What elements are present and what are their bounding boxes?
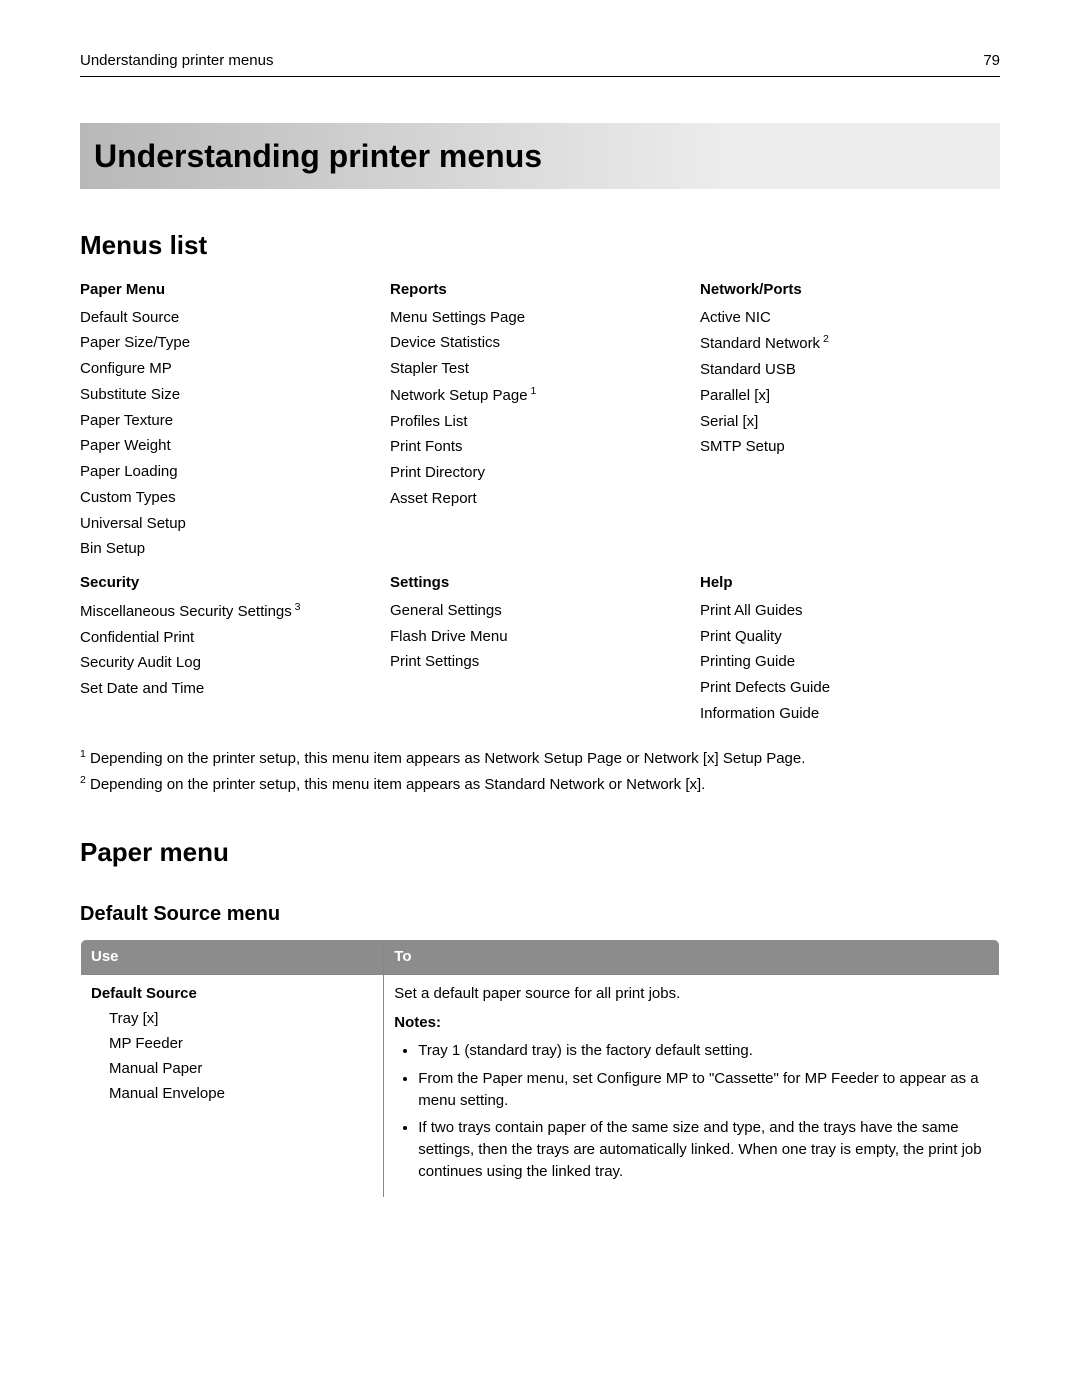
- menu-item: General Settings: [390, 600, 690, 622]
- menu-block: Paper Menu Default Source Paper Size/Type C…: [80, 279, 380, 564]
- menu-item: Menu Settings Page: [390, 307, 690, 329]
- footnote: 2 Depending on the printer setup, this m…: [80, 773, 1000, 796]
- footnote-ref: 1: [528, 385, 537, 397]
- default-source-table: Use To Default Source Tray [x] MP Feeder M…: [80, 939, 1000, 1198]
- footnote-ref: 3: [292, 601, 301, 613]
- menu-item: Information Guide: [700, 703, 1000, 725]
- menu-heading: Help: [700, 572, 1000, 594]
- menu-item: Standard Network 2: [700, 332, 1000, 355]
- note-item: Tray 1 (standard tray) is the factory de…: [418, 1040, 989, 1062]
- footnotes: 1 Depending on the printer setup, this m…: [80, 747, 1000, 797]
- menu-item: Standard USB: [700, 359, 1000, 381]
- menu-item: Stapler Test: [390, 358, 690, 380]
- menu-heading: Reports: [390, 279, 690, 301]
- option-value: Manual Paper: [109, 1058, 373, 1080]
- menu-heading: Security: [80, 572, 380, 594]
- menu-item: Universal Setup: [80, 513, 380, 535]
- menu-item: Print Defects Guide: [700, 677, 1000, 699]
- menu-item: Print Directory: [390, 462, 690, 484]
- header-section: Understanding printer menus: [80, 50, 273, 72]
- menu-item: Printing Guide: [700, 651, 1000, 673]
- menu-item: SMTP Setup: [700, 436, 1000, 458]
- menu-item: Device Statistics: [390, 332, 690, 354]
- note-item: From the Paper menu, set Configure MP to…: [418, 1068, 989, 1112]
- menus-grid: Paper Menu Default Source Paper Size/Type C…: [80, 279, 1000, 729]
- note-item: If two trays contain paper of the same s…: [418, 1117, 989, 1182]
- option-value: Manual Envelope: [109, 1083, 373, 1105]
- option-value: MP Feeder: [109, 1033, 373, 1055]
- menu-item: Print All Guides: [700, 600, 1000, 622]
- footnote-ref: 2: [820, 333, 829, 345]
- menu-item: Paper Loading: [80, 461, 380, 483]
- menus-list-heading: Menus list: [80, 227, 1000, 265]
- menu-item: Print Quality: [700, 626, 1000, 648]
- menu-item: Profiles List: [390, 411, 690, 433]
- menu-item: Paper Weight: [80, 435, 380, 457]
- menu-item: Bin Setup: [80, 538, 380, 560]
- option-values: Tray [x] MP Feeder Manual Paper Manual Enve…: [109, 1008, 373, 1104]
- menu-item: Parallel [x]: [700, 385, 1000, 407]
- notes-label: Notes:: [394, 1012, 989, 1034]
- default-source-heading: Default Source menu: [80, 900, 1000, 929]
- menu-block: Help Print All Guides Print Quality Printin…: [700, 572, 1000, 729]
- th-to: To: [384, 939, 1000, 974]
- table-row: Default Source Tray [x] MP Feeder Manual P…: [81, 974, 1000, 1197]
- menu-heading: Network/Ports: [700, 279, 1000, 301]
- menu-item: Flash Drive Menu: [390, 626, 690, 648]
- option-value: Tray [x]: [109, 1008, 373, 1030]
- option-description: Set a default paper source for all print…: [394, 983, 989, 1005]
- page-header: Understanding printer menus 79: [80, 50, 1000, 77]
- option-name: Default Source: [91, 983, 373, 1005]
- menu-block: Network/Ports Active NIC Standard Network …: [700, 279, 1000, 564]
- menu-item: Confidential Print: [80, 627, 380, 649]
- header-page-number: 79: [983, 50, 1000, 72]
- menu-item: Paper Size/Type: [80, 332, 380, 354]
- menu-item: Security Audit Log: [80, 652, 380, 674]
- footnote: 1 Depending on the printer setup, this m…: [80, 747, 1000, 770]
- menu-item: Serial [x]: [700, 411, 1000, 433]
- notes-list: Tray 1 (standard tray) is the factory de…: [394, 1040, 989, 1183]
- menu-item: Set Date and Time: [80, 678, 380, 700]
- menu-item: Substitute Size: [80, 384, 380, 406]
- th-use: Use: [81, 939, 384, 974]
- menu-item: Active NIC: [700, 307, 1000, 329]
- menu-heading: Settings: [390, 572, 690, 594]
- menu-item: Configure MP: [80, 358, 380, 380]
- menu-item: Print Fonts: [390, 436, 690, 458]
- menu-block: Reports Menu Settings Page Device Statisti…: [390, 279, 690, 564]
- menu-item: Paper Texture: [80, 410, 380, 432]
- menu-item: Miscellaneous Security Settings 3: [80, 600, 380, 623]
- paper-menu-heading: Paper menu: [80, 834, 1000, 872]
- menu-item: Custom Types: [80, 487, 380, 509]
- menu-item: Print Settings: [390, 651, 690, 673]
- menu-heading: Paper Menu: [80, 279, 380, 301]
- menu-block: Settings General Settings Flash Drive Menu…: [390, 572, 690, 729]
- menu-block: Security Miscellaneous Security Settings …: [80, 572, 380, 729]
- menu-item: Asset Report: [390, 488, 690, 510]
- menu-item: Default Source: [80, 307, 380, 329]
- page-title: Understanding printer menus: [80, 123, 1000, 189]
- menu-item: Network Setup Page 1: [390, 384, 690, 407]
